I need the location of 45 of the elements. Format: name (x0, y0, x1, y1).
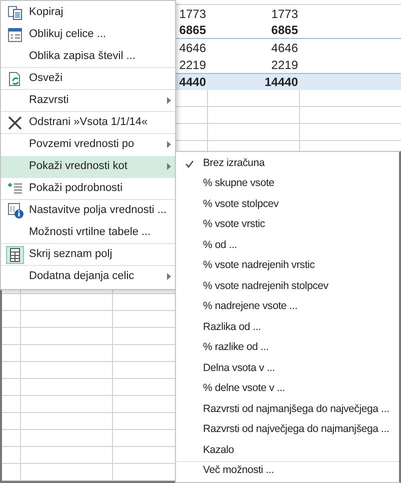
close-icon (8, 116, 22, 130)
menu-item[interactable]: Pokaži vrednosti kot (1, 156, 175, 178)
menu-item[interactable]: Nastavitve polja vrednosti ... (1, 200, 175, 222)
menu-item[interactable]: % vsote vrstic (176, 216, 399, 236)
menu-item[interactable]: Osveži (1, 68, 175, 90)
table-cell-text: 2219 (271, 56, 298, 74)
table-cell-text: 6865 (179, 22, 206, 39)
add-details-icon (7, 180, 23, 196)
menu-item[interactable]: Delna vsota v ... (176, 359, 399, 380)
table-cell-text: 4646 (271, 40, 298, 56)
menu-item[interactable]: Povzemi vrednosti po (1, 134, 175, 156)
menu-item[interactable]: Razvrsti (1, 90, 175, 112)
menu-item[interactable]: Dodatna dejanja celic (1, 266, 175, 288)
menu-item[interactable]: Razvrsti od najmanjšega do največjega ... (176, 400, 399, 420)
format-cells-icon (7, 26, 23, 42)
table-cell-text: 1773 (271, 6, 298, 22)
table-cell-text: 6865 (271, 22, 298, 39)
menu-item[interactable]: Razvrsti od največjega do najmanjšega ... (176, 420, 399, 441)
menu-item[interactable]: % od ... (176, 236, 399, 256)
refresh-icon (7, 70, 23, 86)
table-cell-text: 4440 (179, 74, 206, 91)
menu-item[interactable]: % razlike od ... (176, 338, 399, 359)
menu-item[interactable]: Oblikuj celice ... (1, 24, 175, 46)
table-cell-text: 14440 (264, 74, 298, 91)
menu-item[interactable]: % vsote nadrejenih stolpcev (176, 277, 399, 298)
menu-item[interactable]: Oblika zapisa števil ... (1, 46, 175, 68)
menu-item[interactable]: % vsote stolpcev (176, 195, 399, 216)
table-cell-text: 1773 (179, 6, 206, 22)
menu-item[interactable]: % nadrejene vsote ... (176, 298, 399, 318)
menu-item[interactable]: Pokaži podrobnosti (1, 178, 175, 200)
field-settings-icon (6, 202, 24, 219)
menu-item[interactable]: Več možnosti ... (176, 462, 399, 482)
menu-item[interactable]: Kazalo (176, 441, 399, 462)
menu-item[interactable]: % delne vsote v ... (176, 380, 399, 400)
menu-item[interactable]: Razlika od ... (176, 318, 399, 338)
table-cell-text: 4646 (179, 40, 206, 56)
menu-item[interactable]: % vsote nadrejenih vrstic (176, 256, 399, 277)
menu-item[interactable]: Skrij seznam polj (1, 244, 175, 266)
menu-item[interactable]: Kopiraj (1, 2, 175, 24)
copy-icon (7, 4, 23, 20)
menu-item[interactable]: % skupne vsote (176, 174, 399, 195)
calculator-icon (6, 246, 24, 264)
menu-item[interactable]: Odstrani »Vsota 1/1/14« (1, 112, 175, 134)
menu-item[interactable]: Brez izračuna (176, 154, 399, 174)
table-cell-text: 2219 (179, 56, 206, 74)
